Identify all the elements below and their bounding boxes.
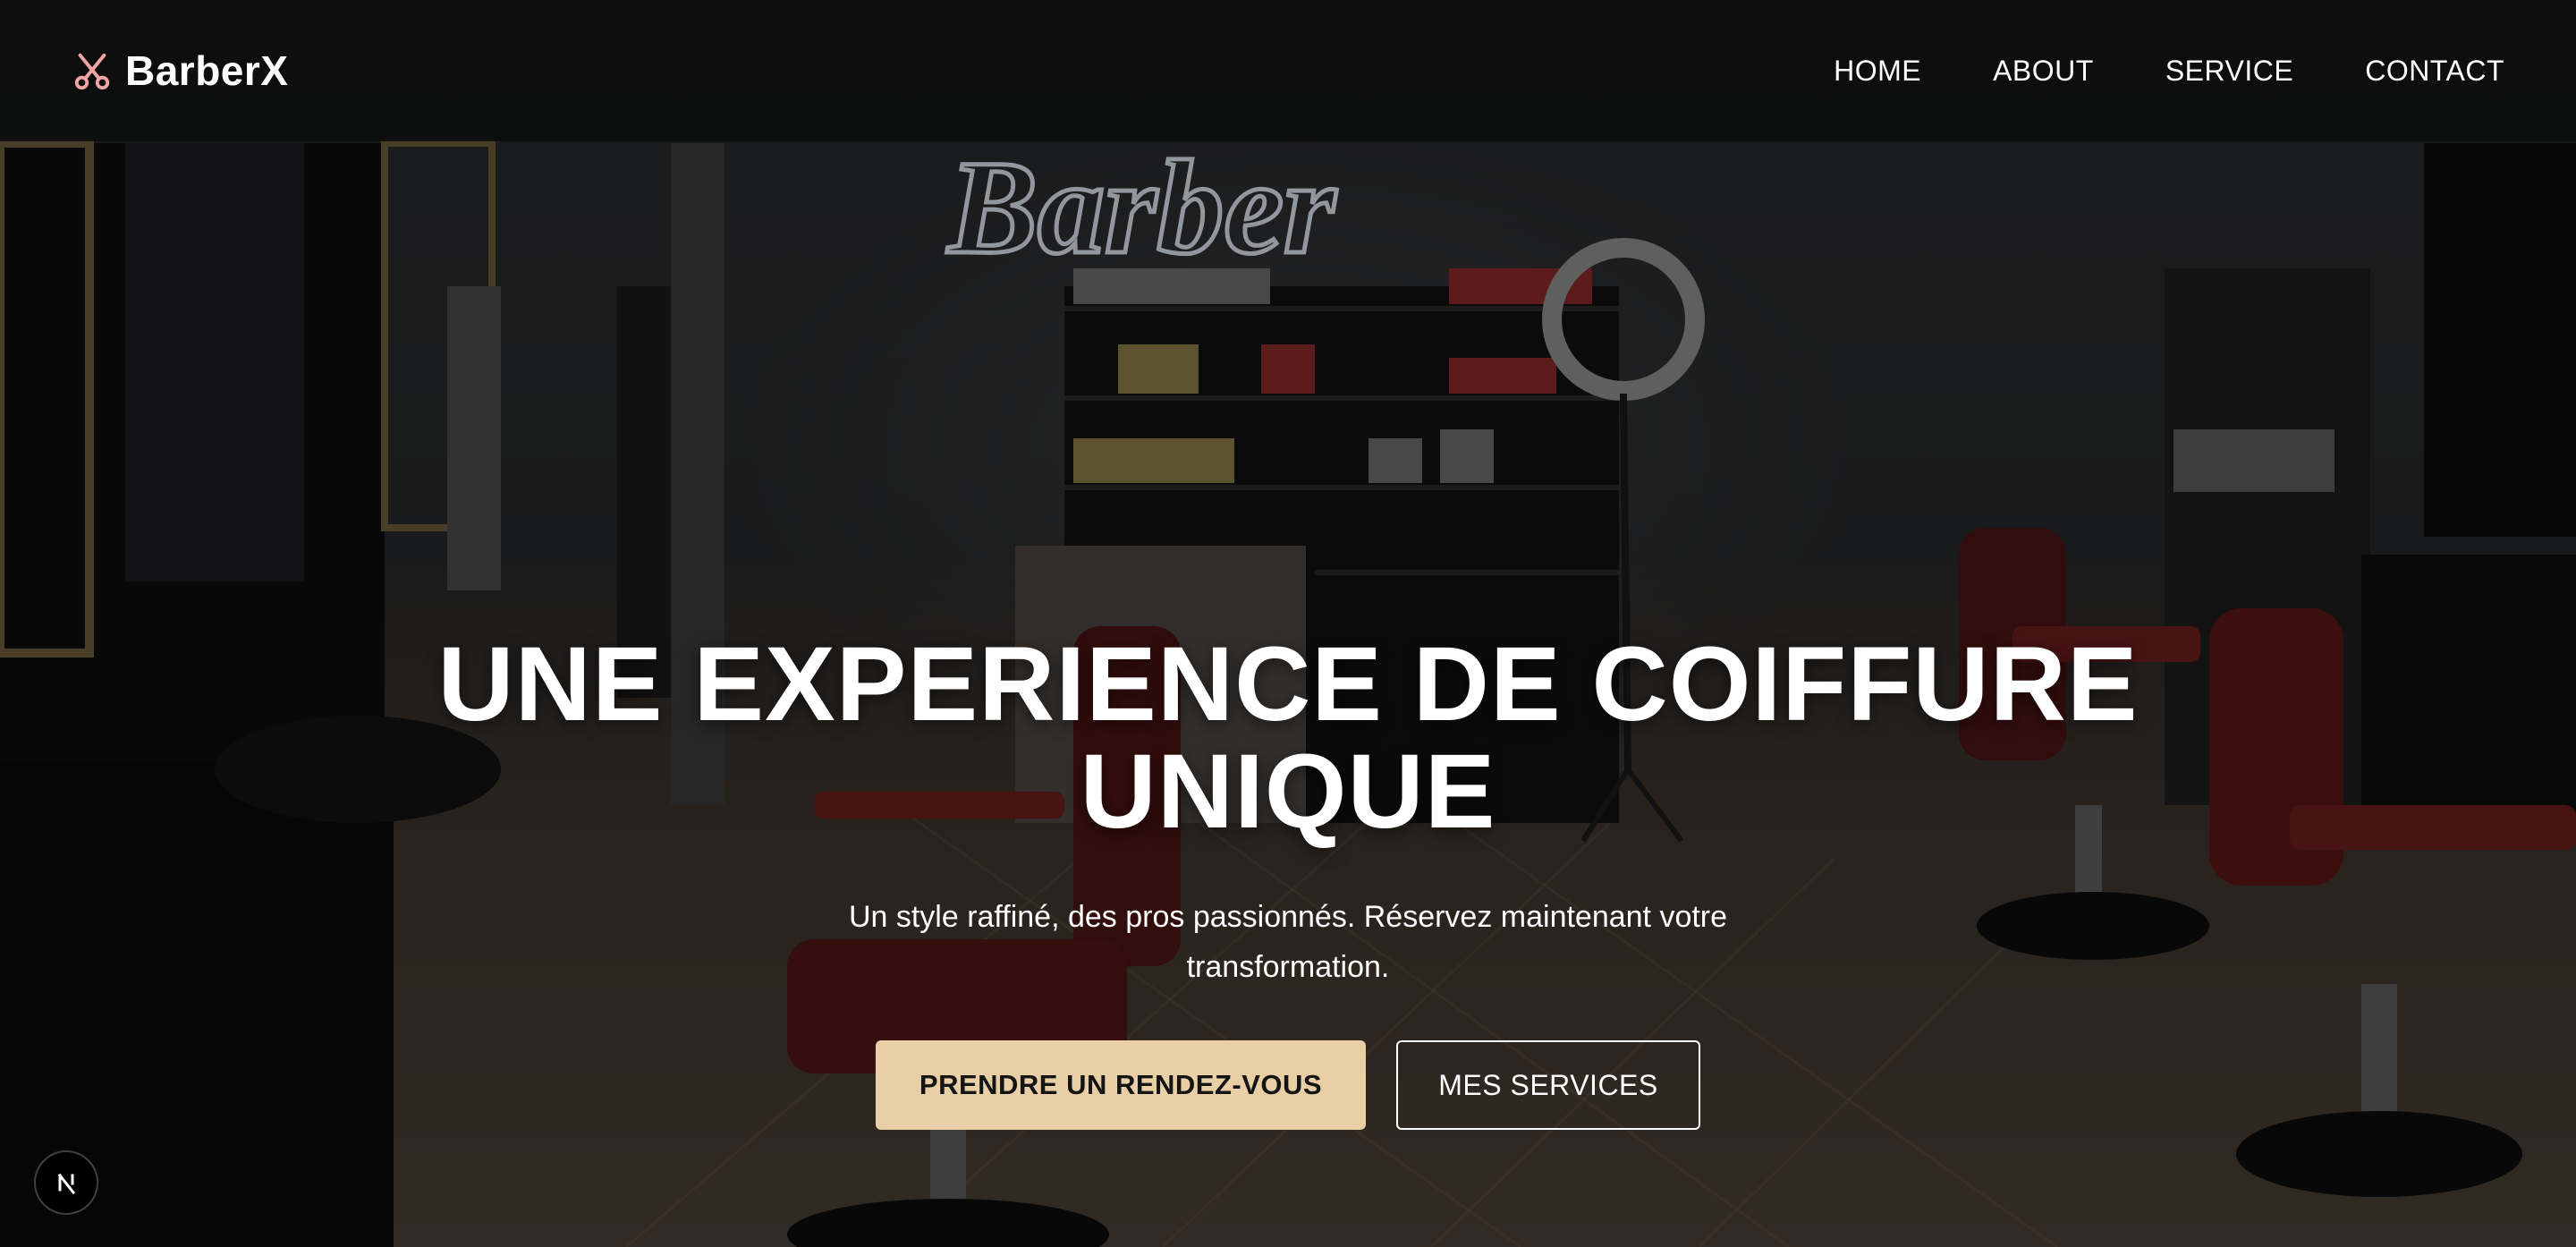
book-appointment-button[interactable]: PRENDRE UN RENDEZ-VOUS [876, 1040, 1366, 1130]
hero-actions: PRENDRE UN RENDEZ-VOUS MES SERVICES [0, 1040, 2576, 1130]
page: Barber BarberX HOME ABOUT SERVICE CONTAC… [0, 0, 2576, 1247]
hero-title-line-2: UNIQUE [1080, 733, 1496, 851]
hero-title-line-1: UNE EXPERIENCE DE COIFFURE [437, 625, 2139, 743]
nav-link-home[interactable]: HOME [1834, 55, 1921, 87]
hero-title: UNE EXPERIENCE DE COIFFURE UNIQUE [394, 631, 2182, 845]
dev-tools-badge[interactable] [34, 1150, 98, 1215]
hero-section: UNE EXPERIENCE DE COIFFURE UNIQUE Un sty… [0, 631, 2576, 1130]
nav-links: HOME ABOUT SERVICE CONTACT [1834, 55, 2504, 88]
scissors-icon [74, 53, 110, 90]
hero-subtitle: Un style raffiné, des pros passionnés. R… [848, 900, 1728, 984]
nav-item: CONTACT [2365, 55, 2504, 88]
my-services-button[interactable]: MES SERVICES [1396, 1040, 1700, 1130]
main-nav: HOME ABOUT SERVICE CONTACT [1834, 55, 2504, 88]
brand-logo-link[interactable]: BarberX [72, 47, 288, 95]
brand-name: BarberX [125, 47, 289, 94]
nav-link-about[interactable]: ABOUT [1993, 55, 2094, 87]
nav-item: HOME [1834, 55, 1921, 88]
nav-item: SERVICE [2165, 55, 2293, 88]
navbar: BarberX HOME ABOUT SERVICE CONTACT [0, 0, 2576, 141]
nextjs-logo-icon [57, 1173, 76, 1195]
nav-item: ABOUT [1993, 55, 2094, 88]
nav-link-contact[interactable]: CONTACT [2365, 55, 2504, 87]
nav-link-service[interactable]: SERVICE [2165, 55, 2293, 87]
